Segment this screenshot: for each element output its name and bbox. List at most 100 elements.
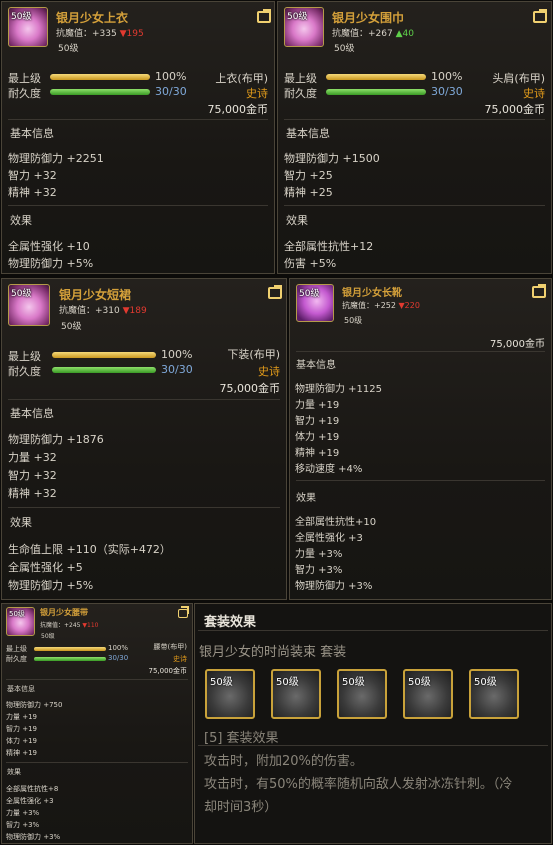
belt-item-icon[interactable]: 50级: [6, 607, 35, 636]
effect-line: 力量 +3%: [6, 809, 40, 817]
durability-bar: [50, 89, 150, 95]
price: 75,000金币: [207, 103, 269, 116]
stat-line: 力量 +19: [6, 713, 37, 721]
effect-line: 伤害 +5%: [284, 257, 337, 270]
pants-item-icon[interactable]: 50级: [8, 284, 50, 326]
stat-line: 物理防御力 +1500: [284, 152, 380, 165]
stat-line: 移动速度 +4%: [295, 464, 363, 475]
item-name: 银月少女围巾: [332, 11, 405, 25]
share-icon[interactable]: [533, 9, 547, 23]
set-effect-title: 套装效果: [204, 615, 257, 630]
effect-line: 全部属性抗性+12: [284, 240, 374, 253]
divider: [8, 399, 280, 400]
stat-line: 智力 +32: [8, 169, 57, 182]
top-item-icon[interactable]: 50级: [8, 7, 48, 47]
set-slot-shoes[interactable]: 50级: [469, 669, 519, 719]
basic-info-title: 基本信息: [286, 127, 330, 140]
item-level: 50级: [61, 322, 82, 332]
slot-level-badge: 50级: [408, 677, 431, 688]
resist-row: 抗魔值：+252 ▼220: [342, 300, 420, 311]
basic-info-title: 基本信息: [10, 127, 54, 140]
slot-level-badge: 50级: [276, 677, 299, 688]
stat-line: 精神 +25: [284, 186, 333, 199]
resist-value: +267: [368, 29, 393, 39]
slot-level-badge: 50级: [342, 677, 365, 688]
shoes-item-icon[interactable]: 50级: [296, 284, 334, 322]
max-level-label: 最上级: [284, 72, 317, 85]
effect-title: 效果: [10, 516, 32, 529]
resist-label: 抗魔值：: [56, 29, 93, 39]
set-slot-top[interactable]: 50级: [205, 669, 255, 719]
resist-diff: ▼189: [122, 306, 147, 316]
resist-value: +335: [92, 29, 117, 39]
stat-line: 物理防御力 +1876: [8, 433, 104, 446]
share-icon[interactable]: [532, 284, 546, 298]
share-icon[interactable]: [268, 285, 282, 299]
effect-title: 效果: [286, 214, 308, 227]
item-name: 银月少女长靴: [342, 288, 402, 299]
stat-line: 物理防御力 +1125: [295, 384, 383, 395]
stat-line: 智力 +25: [284, 169, 333, 182]
max-level-bar: [34, 647, 106, 651]
set-slot-pants[interactable]: 50级: [337, 669, 387, 719]
stat-line: 智力 +32: [8, 469, 57, 482]
max-level-pct: 100%: [161, 348, 193, 361]
stat-line: 精神 +32: [8, 487, 57, 500]
durability-bar: [34, 657, 106, 661]
divider: [198, 745, 548, 746]
resist-row: 抗魔值：+335 ▼195: [56, 26, 144, 39]
item-card-shoes: 50级 银月少女长靴 抗魔值：+252 ▼220 50级 75,000金币 基本…: [289, 278, 552, 600]
level-badge: 50级: [11, 12, 32, 22]
set-slot-shoulder[interactable]: 50级: [271, 669, 321, 719]
divider: [198, 630, 548, 631]
effect-line: 全属性强化 +5: [8, 561, 83, 574]
divider: [284, 119, 545, 120]
basic-info-title: 基本信息: [296, 360, 336, 371]
max-level-bar: [326, 74, 426, 80]
resist-diff: ▼220: [398, 301, 420, 310]
share-icon[interactable]: [257, 9, 271, 23]
set-bonus-line: 攻击时，有50%的概率随机向敌人发射冰冻针刺。（冷: [204, 777, 513, 792]
price: 75,000金币: [484, 103, 546, 116]
divider: [284, 205, 545, 206]
effect-line: 生命值上限 +110（实际+472）: [8, 543, 171, 556]
resist-row: 抗魔值：+267 ▲40: [332, 26, 414, 39]
effect-title: 效果: [10, 214, 32, 227]
set-slot-belt[interactable]: 50级: [403, 669, 453, 719]
resist-value: +310: [95, 306, 120, 316]
durability-label: 耐久度: [8, 87, 41, 100]
stat-line: 精神 +32: [8, 186, 57, 199]
max-level-bar: [50, 74, 150, 80]
item-card-shoulder: 50级 银月少女围巾 抗魔值：+267 ▲40 50级 最上级 100% 头肩(…: [277, 1, 552, 274]
item-level: 50级: [344, 316, 363, 325]
effect-line: 全属性强化 +10: [8, 240, 90, 253]
slot-level-badge: 50级: [474, 677, 497, 688]
effect-line: 物理防御力 +5%: [8, 257, 94, 270]
durability-label: 耐久度: [284, 87, 317, 100]
divider: [6, 679, 188, 680]
max-level-pct: 100%: [155, 70, 187, 83]
resist-label: 抗魔值：: [342, 301, 374, 310]
shoulder-item-icon[interactable]: 50级: [284, 7, 324, 47]
set-bonus-header: [5] 套装效果: [204, 731, 279, 746]
stat-line: 精神 +19: [6, 749, 37, 757]
stat-line: 智力 +19: [295, 416, 340, 427]
resist-diff: ▲40: [395, 29, 414, 39]
effect-line: 物理防御力 +3%: [295, 581, 373, 592]
set-name: 银月少女的时尚装束 套装: [199, 645, 347, 660]
stat-line: 精神 +19: [295, 448, 340, 459]
level-badge: 50级: [299, 289, 320, 299]
share-icon[interactable]: [178, 606, 189, 618]
set-bonus-line: 攻击时，附加20%的伤害。: [204, 754, 363, 769]
divider: [296, 351, 545, 352]
max-level-pct: 100%: [108, 644, 129, 652]
divider: [8, 507, 280, 508]
price: 75,000金币: [219, 382, 281, 395]
item-name: 银月少女上衣: [56, 11, 129, 25]
effect-line: 物理防御力 +3%: [6, 833, 61, 841]
durability-value: 30/30: [431, 85, 463, 98]
effect-line: 全属性强化 +3: [295, 533, 363, 544]
resist-diff: ▼195: [119, 29, 144, 39]
basic-info-title: 基本信息: [10, 407, 54, 420]
item-type: 腰带(布甲): [153, 643, 187, 651]
